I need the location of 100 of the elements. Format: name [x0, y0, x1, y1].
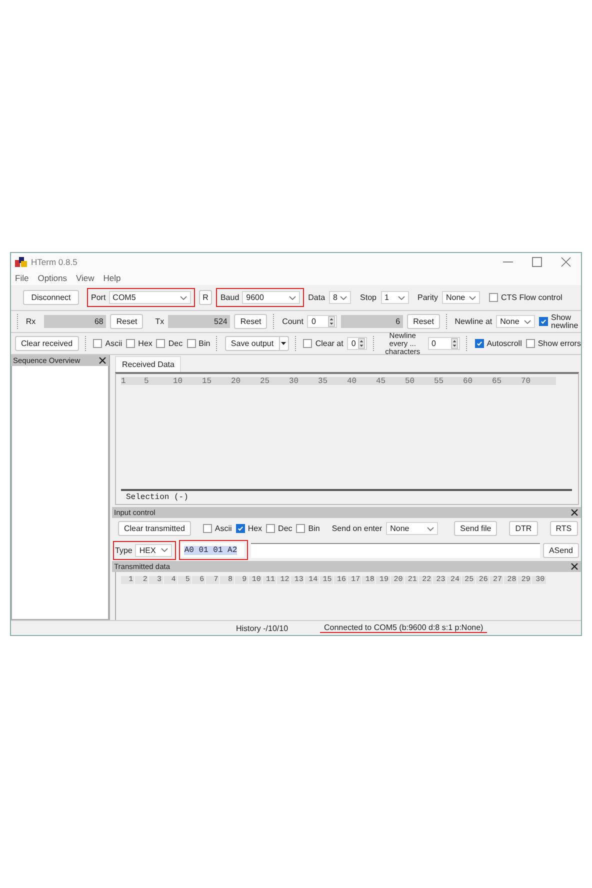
ruler-number: 65 [492, 377, 503, 385]
newline-every-spinner[interactable]: 0 [428, 337, 460, 350]
field-label: Baud [220, 293, 240, 302]
data-bits-dropdown[interactable]: 8 [329, 291, 352, 304]
clear-at-spinner[interactable]: 0 [347, 337, 367, 350]
checkbox[interactable] [202, 524, 212, 533]
checkbox-label: Show newline [551, 314, 580, 330]
count-total: 6 [341, 315, 404, 328]
spinner-arrows-icon [451, 338, 458, 349]
ruler-number: 40 [347, 377, 358, 385]
port-dropdown[interactable]: COM5 [108, 291, 191, 304]
send-on-enter-dropdown[interactable]: None [386, 522, 438, 535]
spinner-arrows-icon [328, 316, 336, 327]
menu-item[interactable]: Help [103, 272, 121, 282]
checkbox[interactable] [93, 339, 102, 348]
ruler-number: 70 [521, 377, 532, 385]
caret-icon [427, 526, 434, 530]
clear-received-button[interactable]: Clear received [15, 336, 79, 351]
ruler-number: 5 [144, 377, 150, 385]
checkbox-label: Clear at [315, 339, 344, 348]
checkbox[interactable] [296, 524, 306, 533]
clear-transmitted-button[interactable]: Clear transmitted [118, 521, 191, 536]
checkbox[interactable] [474, 339, 484, 348]
checkbox[interactable] [156, 339, 166, 348]
ruler-number: 60 [463, 377, 474, 385]
caret-icon [281, 342, 286, 345]
close-icon[interactable] [571, 563, 578, 570]
stop-bits-dropdown[interactable]: 1 [380, 291, 409, 304]
close-icon[interactable] [99, 357, 106, 364]
field-label: Parity [418, 293, 438, 302]
action-button[interactable]: Send file [454, 521, 498, 536]
field-label: Data [308, 293, 326, 302]
ruler-number: 25 [260, 377, 271, 385]
reset-button[interactable]: Reset [110, 314, 144, 329]
field-label: Count [282, 317, 304, 326]
checkbox-label: Bin [198, 339, 210, 348]
checkbox-label: Ascii [105, 339, 122, 348]
checkbox-label: Hex [138, 339, 152, 348]
action-button[interactable]: DTR [509, 521, 538, 536]
type-dropdown[interactable]: HEX [135, 544, 172, 556]
tx-counter: 524 [168, 315, 230, 328]
checkbox[interactable] [126, 339, 136, 348]
menu-item[interactable]: File [15, 272, 29, 282]
checkbox-label: Autoscroll [486, 339, 522, 348]
caret-icon [468, 296, 476, 300]
reset-button[interactable]: Reset [234, 314, 268, 329]
close-icon[interactable] [571, 509, 578, 516]
checkbox[interactable] [526, 339, 535, 348]
disconnect-button[interactable]: Disconnect [23, 290, 79, 305]
checkbox[interactable] [488, 293, 498, 302]
field-label: Type [115, 546, 132, 554]
checkbox-label: Show errors [538, 339, 581, 348]
selection-label: Selection (-) [125, 492, 190, 504]
maximize-icon[interactable] [532, 256, 542, 266]
field-label: Port [91, 293, 106, 302]
ruler-number: 55 [434, 377, 445, 385]
ruler-number: 45 [376, 377, 387, 385]
checkbox[interactable] [539, 317, 548, 326]
save-output-button[interactable]: Save output [224, 336, 279, 351]
input-field[interactable]: A0 01 01 A2 [181, 543, 244, 557]
checkbox-label: CTS Flow control [500, 293, 562, 302]
checkbox[interactable] [236, 524, 245, 533]
field-label: Send on enter [332, 524, 382, 533]
checkbox-label: Dec [168, 339, 183, 348]
field-label: Rx [26, 317, 37, 326]
history-label: History -/10/10 [236, 624, 290, 632]
checkbox[interactable] [186, 339, 196, 348]
checkbox-label: Dec [278, 524, 292, 533]
field-label: Newline at [454, 317, 492, 326]
action-button[interactable]: RTS [550, 521, 578, 536]
baud-dropdown[interactable]: 9600 [242, 291, 300, 304]
ruler-number: 10 [173, 377, 184, 385]
reset-button[interactable]: Reset [407, 314, 440, 329]
app-icon [15, 256, 27, 266]
checkbox-label: Bin [308, 524, 320, 533]
refresh-button[interactable]: R [198, 290, 212, 305]
checkbox[interactable] [303, 339, 312, 348]
checkbox-label: Ascii [214, 524, 232, 533]
menu-item[interactable]: Options [38, 272, 67, 282]
ruler-number: 30 [289, 377, 300, 385]
tab[interactable]: Received Data [115, 356, 182, 372]
window-title: HTerm 0.8.5 [31, 256, 78, 266]
ruler-number: 50 [405, 377, 416, 385]
caret-icon [398, 296, 405, 300]
caret-icon [340, 296, 348, 300]
count-spinner[interactable]: 0 [307, 315, 338, 328]
checkbox-label: Hex [248, 524, 262, 533]
ruler-number: 20 [231, 377, 242, 385]
checkbox[interactable] [266, 524, 276, 533]
field-label: Stop [360, 293, 377, 302]
caret-icon [161, 548, 168, 552]
parity-dropdown[interactable]: None [442, 291, 480, 304]
dropdown-button[interactable] [278, 336, 289, 351]
field-label: Tx [155, 317, 164, 326]
status-text: Connected to COM5 (b:9600 d:8 s:1 p:None) [320, 623, 488, 633]
send-button[interactable]: ASend [542, 542, 579, 558]
menu-item[interactable]: View [76, 272, 94, 282]
newline-dropdown[interactable]: None [496, 315, 536, 328]
close-icon[interactable] [561, 256, 571, 266]
rx-counter: 68 [44, 315, 106, 328]
